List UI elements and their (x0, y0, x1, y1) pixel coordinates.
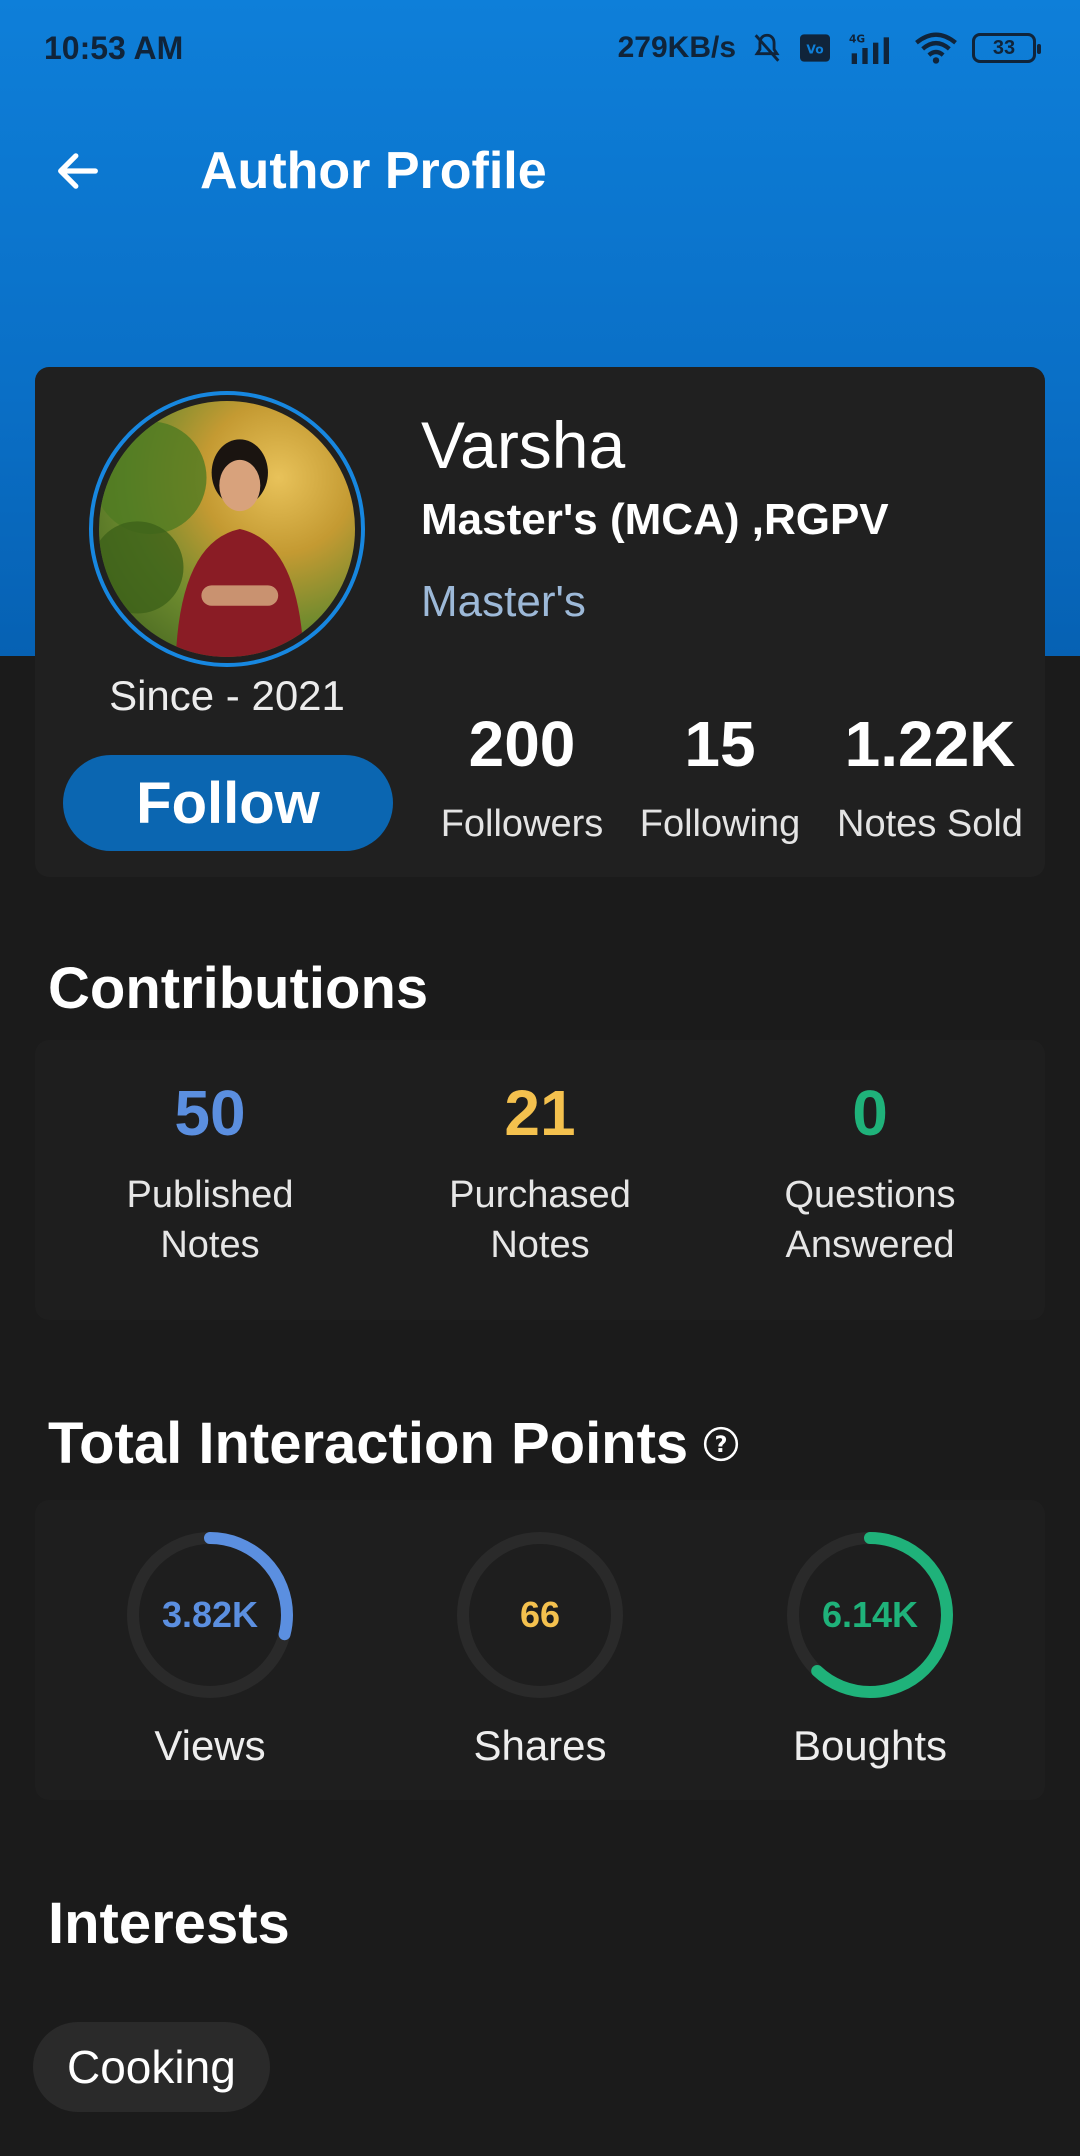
contrib-label-line: Questions (784, 1174, 956, 1216)
stat-value: 200 (468, 708, 576, 780)
contrib-label: Published Notes (60, 1170, 360, 1270)
stat-value: 1.22K (844, 708, 1016, 780)
interaction-views: 3.82K Views (60, 1530, 360, 1770)
stat-label: Followers (440, 803, 604, 845)
boughts-ring: 6.14K (787, 1532, 953, 1698)
views-label: Views (154, 1722, 266, 1769)
contrib-purchased-notes[interactable]: 21 Purchased Notes (390, 1076, 690, 1270)
member-since: Since - 2021 (109, 672, 345, 719)
profile-card: Since - 2021 Follow Varsha Master's (MCA… (35, 367, 1045, 877)
interaction-title: Total Interaction Points (48, 1411, 689, 1476)
status-icons: 279KB/s Vo 4G 33 (617, 31, 1041, 65)
wifi-icon (914, 32, 958, 64)
stat-value: 15 (684, 708, 756, 780)
svg-text:4G: 4G (849, 33, 865, 46)
app-bar: Author Profile (0, 116, 1080, 226)
contrib-value: 0 (852, 1077, 888, 1149)
contrib-label: Purchased Notes (390, 1170, 690, 1270)
views-value: 3.82K (162, 1594, 258, 1635)
contributions-title: Contributions (48, 956, 429, 1021)
contrib-label-line: Answered (785, 1224, 955, 1266)
stat-followers[interactable]: 200 Followers (425, 707, 619, 846)
interaction-panel: 3.82K Views 66 Shares 6.14K Boughts (35, 1500, 1045, 1800)
contrib-value: 50 (174, 1077, 246, 1149)
interest-chip[interactable]: Cooking (33, 2022, 270, 2112)
avatar-photo (99, 401, 355, 657)
battery-icon: 33 (972, 33, 1041, 63)
interaction-boughts: 6.14K Boughts (720, 1530, 1020, 1770)
arrow-left-icon (58, 153, 98, 189)
svg-text:Vo: Vo (806, 42, 823, 56)
contrib-label: Questions Answered (720, 1170, 1020, 1270)
boughts-label: Boughts (792, 1722, 948, 1769)
svg-text:?: ? (715, 1431, 728, 1457)
author-level: Master's (421, 577, 586, 626)
avatar (89, 391, 365, 667)
views-ring: 3.82K (127, 1532, 293, 1698)
volte-icon: Vo (798, 33, 832, 63)
contrib-label-line: Notes (490, 1224, 590, 1266)
contrib-questions-answered[interactable]: 0 Questions Answered (720, 1076, 1020, 1270)
contrib-label-line: Notes (160, 1224, 260, 1266)
contributions-panel: 50 Published Notes 21 Purchased Notes 0 … (35, 1040, 1045, 1320)
author-name: Varsha (421, 408, 626, 482)
mute-bell-icon (750, 31, 784, 65)
shares-ring: 66 (457, 1532, 623, 1698)
contrib-value: 21 (504, 1077, 576, 1149)
follow-button[interactable]: Follow (63, 755, 393, 851)
boughts-value: 6.14K (822, 1594, 918, 1635)
interests-title: Interests (48, 1891, 290, 1956)
shares-label: Shares (473, 1722, 607, 1769)
shares-value: 66 (520, 1594, 560, 1635)
stat-label: Following (639, 803, 801, 845)
page-title: Author Profile (200, 142, 547, 200)
signal-4g-icon: 4G (846, 32, 900, 64)
stat-following[interactable]: 15 Following (633, 707, 807, 846)
stat-notes-sold: 1.22K Notes Sold (827, 707, 1033, 846)
contrib-label-line: Published (126, 1174, 294, 1216)
back-button[interactable] (38, 131, 118, 211)
status-time: 10:53 AM (44, 29, 184, 66)
question-circle-icon[interactable]: ? (702, 1425, 740, 1463)
contrib-label-line: Purchased (449, 1174, 631, 1216)
stat-label: Notes Sold (837, 803, 1023, 845)
net-speed: 279KB/s (617, 31, 736, 64)
status-bar: 10:53 AM 279KB/s Vo 4G 33 (0, 0, 1080, 96)
author-degree: Master's (MCA) ,RGPV (421, 495, 889, 544)
contrib-published-notes[interactable]: 50 Published Notes (60, 1076, 360, 1270)
interaction-title-row: Total Interaction Points ? (48, 1410, 740, 1477)
interaction-shares: 66 Shares (390, 1530, 690, 1770)
